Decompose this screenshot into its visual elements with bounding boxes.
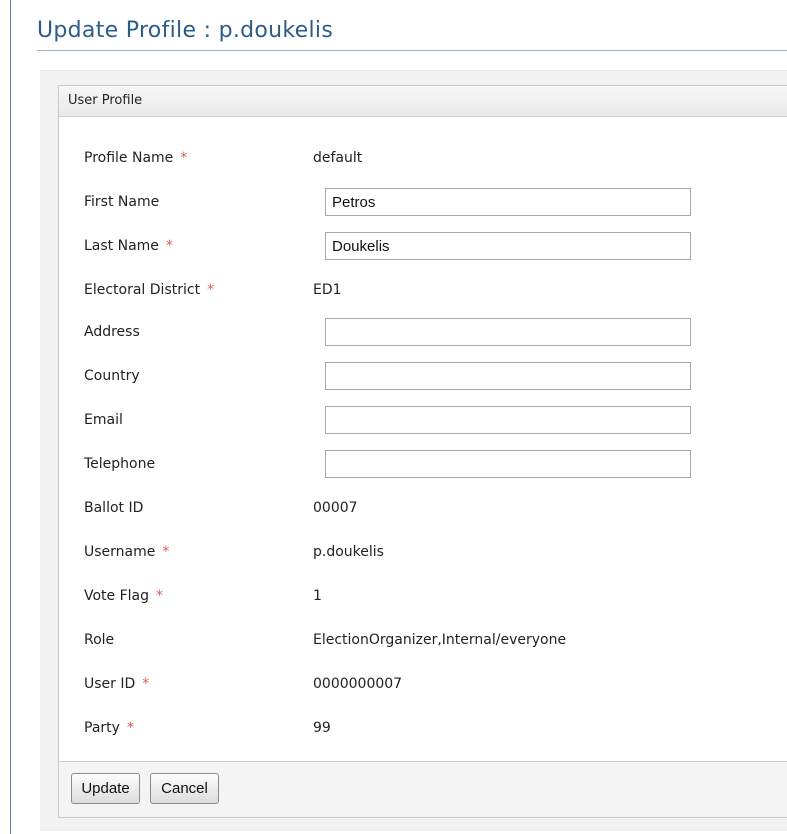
- ballot-id-value: 00007: [313, 500, 358, 516]
- first-name-label: First Name: [84, 194, 160, 210]
- row-role: Role ElectionOrganizer,Internal/everyone: [59, 625, 787, 655]
- required-marker: *: [142, 676, 150, 692]
- role-label: Role: [84, 632, 115, 648]
- row-first-name: First Name: [59, 187, 787, 217]
- party-value: 99: [313, 720, 331, 736]
- cancel-button[interactable]: Cancel: [150, 773, 219, 804]
- row-username: Username * p.doukelis: [59, 537, 787, 567]
- ballot-id-label: Ballot ID: [84, 500, 144, 516]
- required-marker: *: [180, 150, 188, 166]
- update-button[interactable]: Update: [71, 773, 140, 804]
- title-divider: [37, 50, 787, 51]
- vote-flag-value: 1: [313, 588, 322, 604]
- vote-flag-label: Vote Flag *: [84, 588, 164, 604]
- user-profile-box: User Profile Profile Name * default First…: [58, 85, 787, 818]
- row-email: Email: [59, 405, 787, 435]
- required-marker: *: [207, 282, 215, 298]
- address-field[interactable]: [325, 318, 691, 346]
- last-name-label: Last Name *: [84, 238, 173, 254]
- username-label: Username *: [84, 544, 170, 560]
- username-value: p.doukelis: [313, 544, 384, 560]
- page-title: Update Profile : p.doukelis: [37, 18, 334, 43]
- email-field[interactable]: [325, 406, 691, 434]
- electoral-district-label: Electoral District *: [84, 282, 215, 298]
- user-id-value: 0000000007: [313, 676, 403, 692]
- row-last-name: Last Name *: [59, 231, 787, 261]
- telephone-field[interactable]: [325, 450, 691, 478]
- row-country: Country: [59, 361, 787, 391]
- row-party: Party * 99: [59, 713, 787, 743]
- user-id-label: User ID *: [84, 676, 150, 692]
- user-profile-header-label: User Profile: [68, 93, 143, 108]
- last-name-field[interactable]: [325, 232, 691, 260]
- role-value: ElectionOrganizer,Internal/everyone: [313, 632, 567, 648]
- country-field[interactable]: [325, 362, 691, 390]
- form-footer: Update Cancel: [59, 762, 787, 817]
- telephone-label: Telephone: [84, 456, 156, 472]
- address-label: Address: [84, 324, 140, 340]
- country-label: Country: [84, 368, 140, 384]
- row-vote-flag: Vote Flag * 1: [59, 581, 787, 611]
- profile-name-value: default: [313, 150, 363, 166]
- party-label: Party *: [84, 720, 134, 736]
- row-ballot-id: Ballot ID 00007: [59, 493, 787, 523]
- email-label: Email: [84, 412, 123, 428]
- row-electoral-district: Electoral District * ED1: [59, 275, 787, 305]
- required-marker: *: [126, 720, 134, 736]
- profile-name-label: Profile Name *: [84, 150, 188, 166]
- row-address: Address: [59, 317, 787, 347]
- electoral-district-value: ED1: [313, 282, 342, 298]
- row-user-id: User ID * 0000000007: [59, 669, 787, 699]
- user-profile-header: User Profile: [59, 86, 787, 117]
- row-telephone: Telephone: [59, 449, 787, 479]
- left-border-line: [10, 0, 11, 834]
- required-marker: *: [165, 238, 173, 254]
- required-marker: *: [162, 544, 170, 560]
- required-marker: *: [156, 588, 164, 604]
- row-profile-name: Profile Name * default: [59, 143, 787, 173]
- first-name-field[interactable]: [325, 188, 691, 216]
